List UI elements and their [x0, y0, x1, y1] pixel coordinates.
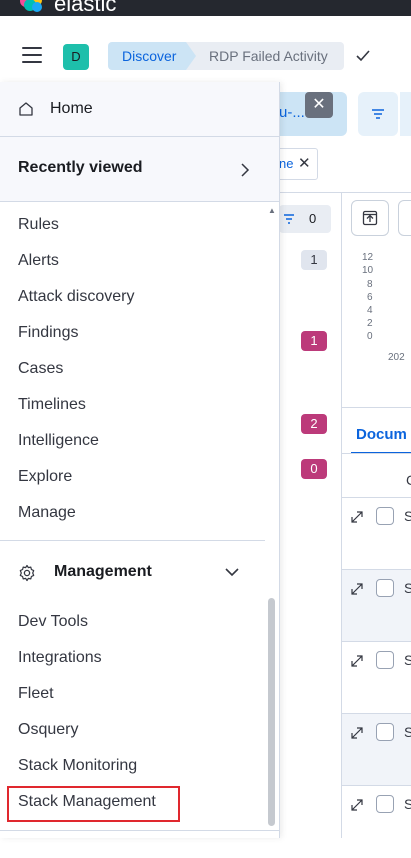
- nav-item-stack-monitoring[interactable]: Stack Monitoring: [18, 757, 137, 775]
- chevron-right-icon: [241, 163, 250, 177]
- nav-item-intelligence[interactable]: Intelligence: [18, 432, 99, 450]
- y-tick: 8: [367, 279, 373, 290]
- scrollbar-thumb[interactable]: [268, 598, 275, 826]
- side-nav-flyout: Home Recently viewed Rules Alerts Attack…: [0, 82, 280, 838]
- management-label[interactable]: Management: [54, 563, 152, 581]
- chevron-down-icon[interactable]: [224, 566, 240, 578]
- expand-icon[interactable]: [350, 654, 364, 668]
- y-tick: 0: [367, 331, 373, 342]
- nav-item-integrations[interactable]: Integrations: [18, 649, 102, 667]
- expand-icon[interactable]: [350, 726, 364, 740]
- query-text: u-...: [279, 104, 305, 121]
- top-header: elastic: [0, 0, 411, 16]
- breadcrumb-discover[interactable]: Discover: [108, 42, 198, 70]
- divider: [342, 453, 411, 454]
- nav-item-explore[interactable]: Explore: [18, 468, 72, 486]
- tab-documents[interactable]: Docum: [356, 426, 407, 443]
- chart-options-button-2[interactable]: [398, 200, 411, 236]
- nav-home[interactable]: Home: [0, 82, 279, 137]
- y-tick: 4: [367, 305, 373, 316]
- close-icon[interactable]: ✕: [305, 92, 333, 118]
- nav-item-fleet[interactable]: Fleet: [18, 685, 54, 703]
- filter-count: 0: [309, 211, 317, 226]
- nav-item-manage[interactable]: Manage: [18, 504, 76, 522]
- check-icon[interactable]: [355, 48, 371, 64]
- field-count-badge: 2: [301, 414, 327, 434]
- y-tick: 10: [362, 265, 374, 276]
- elastic-logo-icon: [20, 0, 42, 12]
- table-row[interactable]: S: [342, 497, 411, 570]
- table-row[interactable]: S: [342, 713, 411, 786]
- nav-item-attack-discovery[interactable]: Attack discovery: [18, 288, 134, 306]
- table-cell: S: [404, 652, 411, 668]
- row-checkbox[interactable]: [376, 795, 394, 813]
- row-checkbox[interactable]: [376, 651, 394, 669]
- home-icon: [19, 102, 33, 116]
- menu-line: [22, 54, 42, 56]
- row-checkbox[interactable]: [376, 723, 394, 741]
- nav-home-label: Home: [50, 100, 93, 117]
- table-cell: S: [404, 580, 411, 596]
- x-tick: 202: [388, 352, 405, 363]
- y-tick: 12: [362, 252, 374, 263]
- space-avatar[interactable]: D: [63, 44, 89, 70]
- filter-button[interactable]: [358, 92, 398, 136]
- nav-item-cases[interactable]: Cases: [18, 360, 63, 378]
- chart-icon: [362, 210, 378, 226]
- y-tick: 6: [367, 292, 373, 303]
- field-count-badge: 0: [301, 459, 327, 479]
- menu-line: [22, 61, 42, 63]
- row-checkbox[interactable]: [376, 579, 394, 597]
- nav-divider: [0, 540, 265, 541]
- chart-options-button[interactable]: [351, 200, 389, 236]
- filter-icon: [372, 109, 384, 119]
- nav-divider: [0, 830, 279, 831]
- table-cell: S: [404, 508, 411, 524]
- nav-recently-viewed[interactable]: Recently viewed: [0, 137, 279, 202]
- gear-icon: [19, 564, 35, 582]
- nav-item-timelines[interactable]: Timelines: [18, 396, 86, 414]
- brand-name: elastic: [54, 0, 117, 16]
- expand-icon[interactable]: [350, 582, 364, 596]
- column-header: C: [406, 472, 411, 488]
- menu-line: [22, 47, 42, 49]
- highlight-box: [7, 786, 180, 822]
- filter-pill-remove-icon[interactable]: ✕: [298, 154, 311, 172]
- menu-toggle-button[interactable]: [22, 47, 42, 63]
- nav-item-dev-tools[interactable]: Dev Tools: [18, 613, 88, 631]
- expand-icon[interactable]: [350, 798, 364, 812]
- nav-item-alerts[interactable]: Alerts: [18, 252, 59, 270]
- scroll-up-icon[interactable]: ▲: [268, 206, 276, 215]
- field-count-badge: 1: [301, 331, 327, 351]
- table-row[interactable]: S: [342, 641, 411, 714]
- y-tick: 2: [367, 318, 373, 329]
- query-submit-area[interactable]: [400, 92, 411, 136]
- nav-item-rules[interactable]: Rules: [18, 216, 59, 234]
- table-row[interactable]: S: [342, 785, 411, 858]
- nav-item-osquery[interactable]: Osquery: [18, 721, 78, 739]
- row-checkbox[interactable]: [376, 507, 394, 525]
- field-count-badge: 1: [301, 250, 327, 270]
- filter-icon: [284, 214, 294, 224]
- expand-icon[interactable]: [350, 510, 364, 524]
- divider: [279, 192, 411, 193]
- table-cell: S: [404, 796, 411, 812]
- app-header: D Discover RDP Failed Activity: [0, 16, 411, 83]
- table-cell: S: [404, 724, 411, 740]
- breadcrumb-current: RDP Failed Activity: [186, 42, 344, 70]
- recently-viewed-label: Recently viewed: [18, 159, 143, 176]
- filter-pill-text: ne: [279, 156, 294, 171]
- nav-item-findings[interactable]: Findings: [18, 324, 78, 342]
- field-filter[interactable]: [279, 205, 331, 233]
- table-row[interactable]: S: [342, 569, 411, 642]
- divider: [342, 407, 411, 408]
